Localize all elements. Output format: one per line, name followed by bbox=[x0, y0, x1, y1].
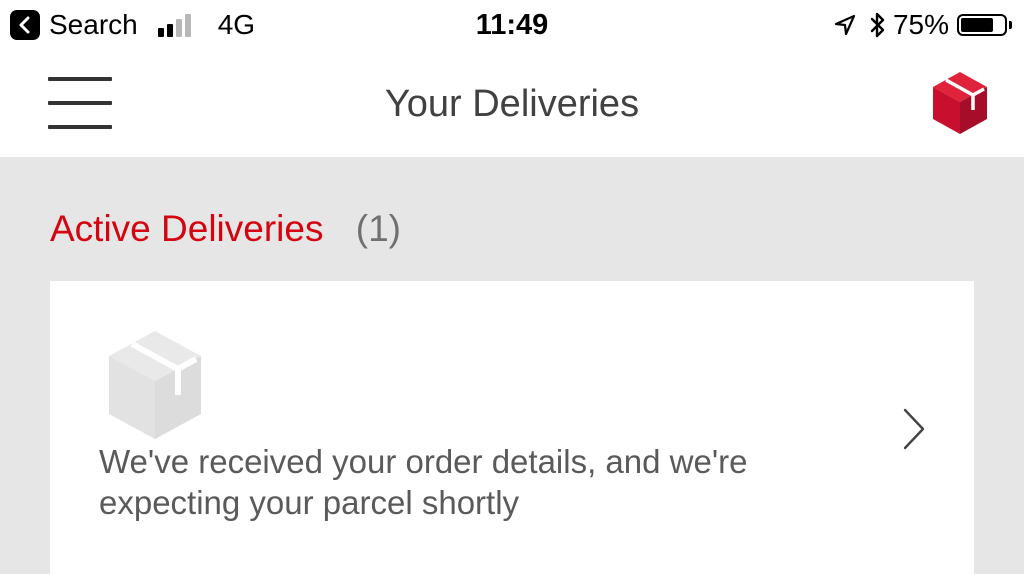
status-bar-right: 75% bbox=[833, 8, 1012, 42]
battery-icon bbox=[957, 14, 1007, 36]
section-title: Active Deliveries bbox=[50, 208, 324, 249]
battery-level-fill bbox=[961, 18, 993, 32]
delivery-status-message: We've received your order details, and w… bbox=[99, 443, 748, 521]
dpd-logo-icon bbox=[930, 70, 990, 136]
section-count: (1) bbox=[355, 208, 401, 249]
location-arrow-icon bbox=[833, 13, 857, 37]
app-header: Your Deliveries bbox=[0, 52, 1024, 157]
chevron-right-icon[interactable] bbox=[902, 407, 926, 451]
battery-nub bbox=[1009, 21, 1012, 29]
bluetooth-icon bbox=[869, 11, 887, 39]
delivery-card[interactable]: We've received your order details, and w… bbox=[50, 281, 974, 581]
status-bar: Search 4G 11:49 75% bbox=[0, 0, 1024, 52]
battery-percent: 75% bbox=[892, 9, 949, 40]
section-heading: Active Deliveries (1) bbox=[50, 207, 401, 251]
page-title: Your Deliveries bbox=[384, 83, 640, 125]
parcel-box-icon bbox=[106, 329, 204, 441]
deliveries-content: Active Deliveries (1) We've received you… bbox=[0, 157, 1024, 581]
